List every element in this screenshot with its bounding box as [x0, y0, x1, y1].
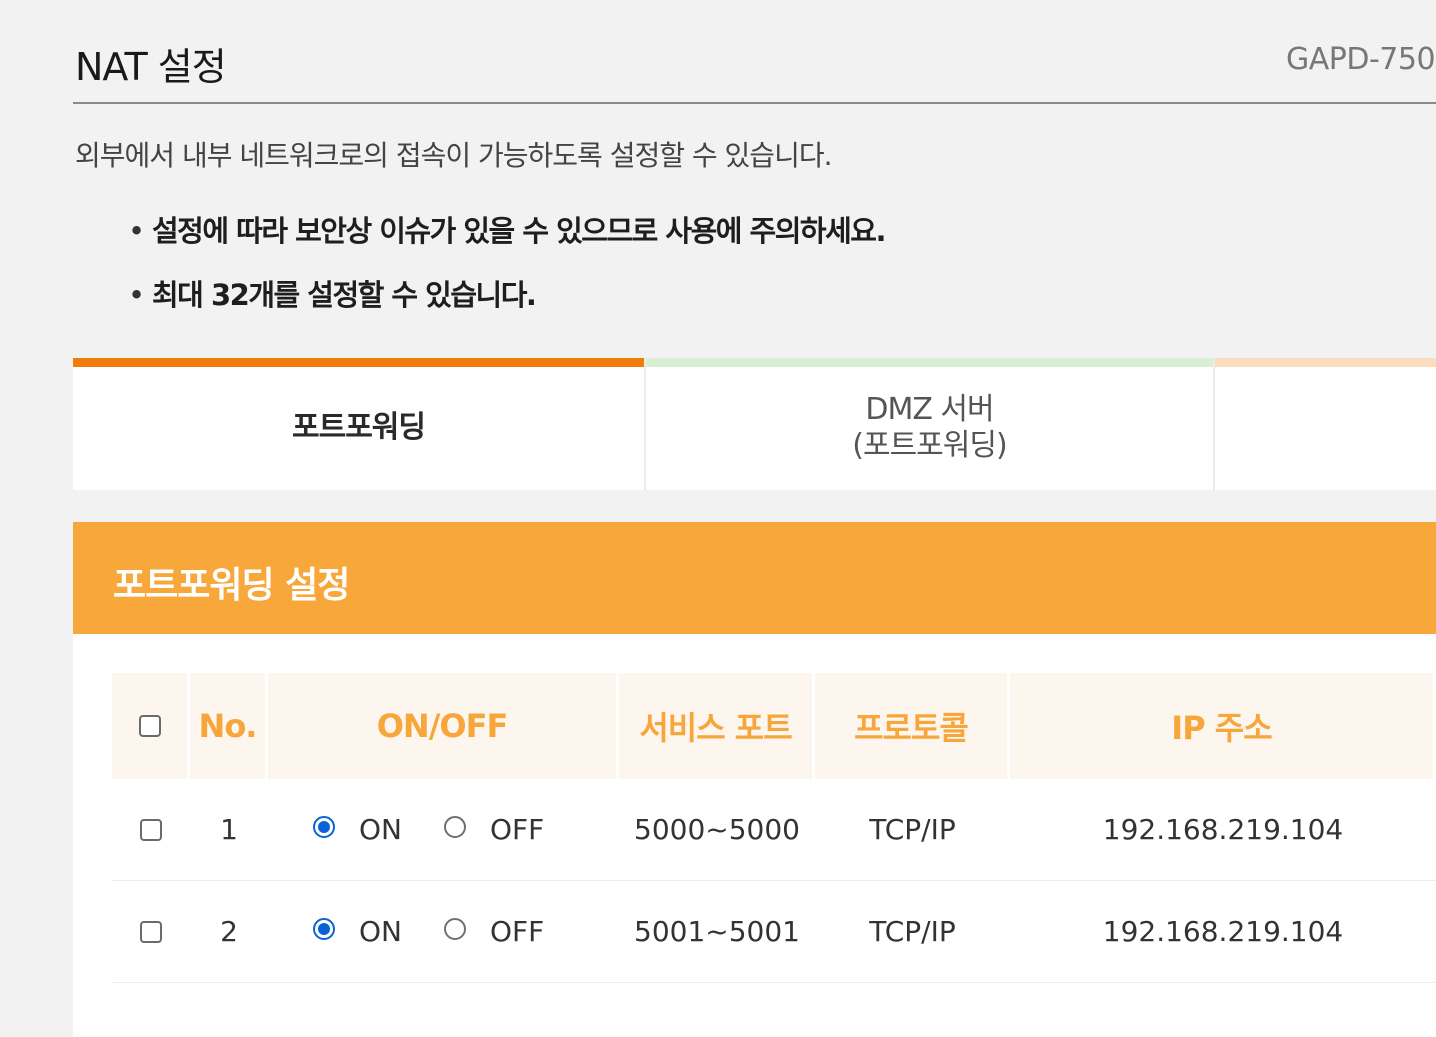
notes-list: • 설정에 따라 보안상 이슈가 있을 수 있으므로 사용에 주의하세요. • 최대… [128, 208, 886, 336]
note-text: 최대 32개를 설정할 수 있습니다. [152, 278, 537, 312]
on-label: ON [359, 813, 402, 846]
note-item: • 최대 32개를 설정할 수 있습니다. [128, 272, 885, 336]
port-forwarding-panel: No. ON/OFF 서비스 포트 프로토콜 IP 주소 1 ON OFF 50… [73, 634, 1436, 1037]
column-header-protocol: 프로토콜 [815, 673, 1010, 779]
tab-label: DMZ 서버 (포트포워딩) [852, 392, 1007, 464]
tab-third[interactable] [1215, 358, 1436, 490]
note-item: • 설정에 따라 보안상 이슈가 있을 수 있으므로 사용에 주의하세요. [128, 208, 886, 272]
off-radio[interactable] [443, 917, 466, 940]
onoff-cell: ON OFF [268, 881, 619, 982]
tab-port-forwarding[interactable]: 포트포워딩 [73, 358, 644, 490]
header-divider [73, 102, 1436, 104]
row-select-cell [112, 881, 190, 982]
model-name: GAPD-7500 [1286, 42, 1436, 77]
bullet: • [128, 278, 145, 312]
column-header-service-port: 서비스 포트 [619, 673, 815, 779]
column-header-no: No. [190, 673, 268, 779]
header-select-cell [112, 673, 190, 779]
on-option[interactable]: ON [313, 813, 402, 846]
off-label: OFF [489, 813, 545, 846]
on-radio[interactable] [313, 917, 335, 940]
protocol: TCP/IP [869, 813, 956, 846]
row-number: 2 [220, 915, 238, 948]
table-row: 1 ON OFF 5000~5000 TCP/IP 192.168.219.10… [112, 779, 1436, 881]
off-radio[interactable] [443, 815, 466, 838]
select-all-checkbox[interactable] [138, 715, 161, 737]
off-label: OFF [489, 915, 545, 948]
onoff-radio-group: ON OFF [268, 813, 619, 846]
section-header: 포트포워딩 설정 [73, 522, 1436, 634]
column-header-onoff: ON/OFF [268, 673, 619, 779]
page-title: NAT 설정 [75, 45, 227, 89]
protocol: TCP/IP [869, 915, 956, 948]
table-row: 2 ON OFF 5001~5001 TCP/IP 192.168.219.10… [112, 881, 1436, 983]
tab-indicator [1215, 358, 1436, 367]
onoff-cell: ON OFF [268, 779, 619, 880]
table-header: No. ON/OFF 서비스 포트 프로토콜 IP 주소 [112, 673, 1436, 779]
row-select-cell [112, 779, 190, 880]
row-checkbox[interactable] [140, 818, 162, 841]
nat-tabs: 포트포워딩 DMZ 서버 (포트포워딩) [73, 358, 1436, 490]
tab-label-line2: (포트포워딩) [852, 428, 1007, 463]
off-option[interactable]: OFF [443, 813, 545, 846]
tab-dmz-server[interactable]: DMZ 서버 (포트포워딩) [644, 358, 1215, 490]
on-label: ON [359, 915, 402, 948]
ip-address: 192.168.219.104 [1102, 813, 1344, 846]
nat-settings-page: NAT 설정 GAPD-7500 외부에서 내부 네트워크로의 접속이 가능하도… [0, 0, 1436, 1037]
ip-address: 192.168.219.104 [1102, 915, 1344, 948]
off-option[interactable]: OFF [443, 915, 545, 948]
service-port: 5001~5001 [634, 915, 800, 948]
page-description: 외부에서 내부 네트워크로의 접속이 가능하도록 설정할 수 있습니다. [75, 139, 832, 172]
tab-active-indicator [73, 358, 644, 367]
note-text: 설정에 따라 보안상 이슈가 있을 수 있으므로 사용에 주의하세요. [152, 214, 886, 248]
bullet: • [128, 214, 145, 248]
column-header-ip: IP 주소 [1010, 673, 1436, 779]
port-forwarding-table: No. ON/OFF 서비스 포트 프로토콜 IP 주소 1 ON OFF 50… [112, 673, 1436, 983]
tab-label: 포트포워딩 [292, 410, 426, 445]
tab-indicator [646, 358, 1213, 367]
section-title: 포트포워딩 설정 [113, 565, 350, 606]
row-checkbox[interactable] [140, 920, 162, 943]
service-port: 5000~5000 [634, 813, 800, 846]
onoff-radio-group: ON OFF [268, 915, 619, 948]
row-number: 1 [220, 813, 238, 846]
on-radio[interactable] [313, 815, 335, 838]
tab-label-line1: DMZ 서버 [865, 392, 994, 427]
on-option[interactable]: ON [313, 915, 402, 948]
